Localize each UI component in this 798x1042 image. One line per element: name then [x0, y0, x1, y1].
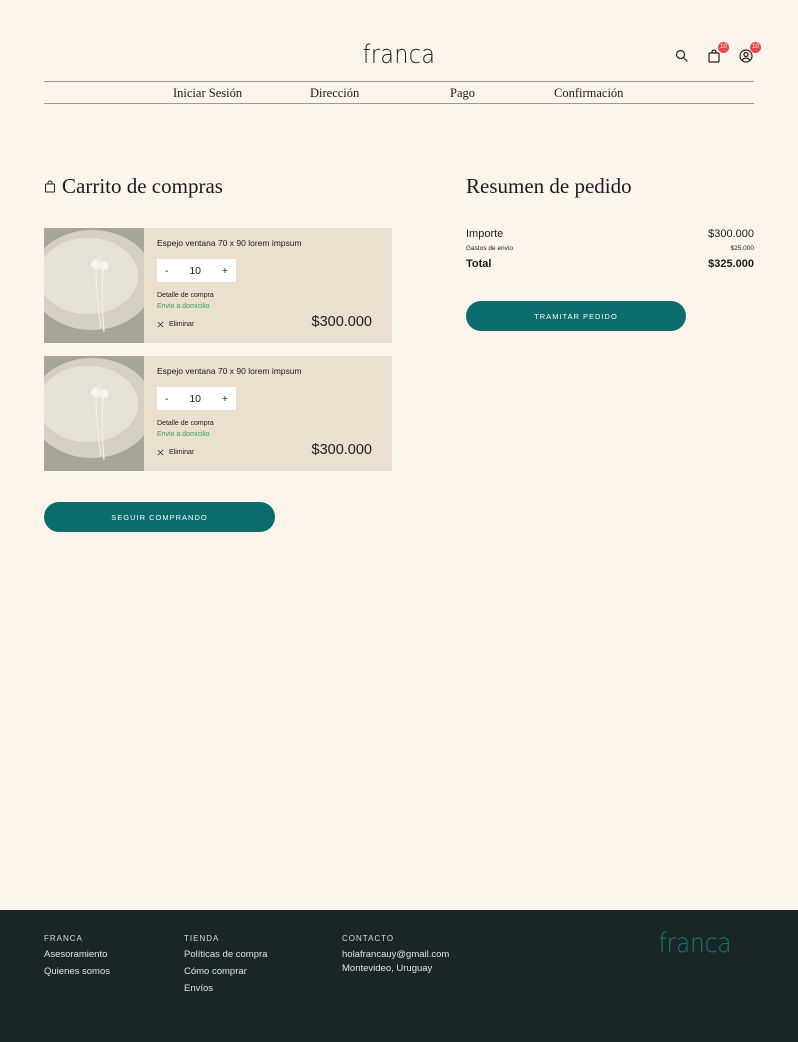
product-image[interactable] — [44, 228, 144, 343]
item-price: $300.000 — [311, 442, 372, 458]
step-payment[interactable]: Pago — [450, 86, 475, 101]
shipping-method: Envio a domicilio — [157, 431, 210, 438]
cart-title: Carrito de compras — [44, 174, 223, 199]
close-icon — [157, 321, 164, 328]
footer: FRANCA Asesoramiento Quienes somos TIEND… — [0, 910, 798, 1042]
step-address[interactable]: Dirección — [310, 86, 359, 101]
search-icon[interactable] — [674, 48, 690, 64]
close-icon — [157, 449, 164, 456]
footer-logo: franca — [658, 928, 732, 959]
header-icons: 10 10 — [674, 42, 761, 64]
remove-label: Eliminar — [169, 321, 195, 328]
remove-label: Eliminar — [169, 449, 195, 456]
summary-total-row: Total $325.000 — [466, 258, 754, 270]
step-login[interactable]: Iniciar Sesión — [173, 86, 242, 101]
shipping-cost-label: Gastos de envio — [466, 245, 513, 252]
cart-item: Espejo ventana 70 x 90 lorem impsum - 10… — [44, 228, 392, 343]
increase-quantity-button[interactable]: + — [222, 265, 228, 277]
purchase-detail-label: Detalle de compra — [157, 420, 214, 427]
product-name[interactable]: Espejo ventana 70 x 90 lorem impsum — [157, 238, 302, 248]
summary-amount-row: Importe $300.000 — [466, 228, 754, 240]
footer-heading: TIENDA — [184, 934, 220, 943]
footer-heading: CONTACTO — [342, 934, 395, 943]
cart-item: Espejo ventana 70 x 90 lorem impsum - 10… — [44, 356, 392, 471]
footer-link-asesoramiento[interactable]: Asesoramiento — [44, 949, 110, 960]
quantity-stepper: - 10 + — [157, 259, 236, 282]
footer-location: Montevideo, Uruguay — [342, 963, 433, 974]
summary-shipping-row: Gastos de envio $25.000 — [466, 245, 754, 252]
quantity-stepper: - 10 + — [157, 387, 236, 410]
amount-label: Importe — [466, 228, 504, 240]
remove-item-button[interactable]: Eliminar — [157, 449, 194, 456]
quantity-value[interactable]: 10 — [189, 265, 201, 277]
footer-link-como-comprar[interactable]: Cómo comprar — [184, 966, 267, 977]
footer-col-tienda: TIENDA Políticas de compra Cómo comprar … — [184, 934, 267, 1000]
footer-link-quienes-somos[interactable]: Quienes somos — [44, 966, 110, 977]
shipping-cost-value: $25.000 — [730, 245, 755, 252]
bag-icon — [45, 180, 55, 193]
summary-title: Resumen de pedido — [466, 174, 632, 198]
remove-item-button[interactable]: Eliminar — [157, 321, 194, 328]
purchase-detail-label: Detalle de compra — [157, 292, 214, 299]
user-icon[interactable]: 10 — [738, 42, 761, 64]
checkout-button[interactable]: TRAMITAR PEDIDO — [466, 301, 686, 331]
cart-title-text: Carrito de compras — [62, 174, 223, 198]
step-confirmation[interactable]: Confirmación — [554, 86, 623, 101]
product-image[interactable] — [44, 356, 144, 471]
shipping-method: Envio a domicilio — [157, 303, 210, 310]
footer-heading: FRANCA — [44, 934, 83, 943]
item-price: $300.000 — [311, 314, 372, 330]
footer-col-franca: FRANCA Asesoramiento Quienes somos — [44, 934, 110, 983]
total-value: $325.000 — [708, 258, 754, 270]
continue-shopping-button[interactable]: SEGUIR COMPRANDO — [44, 502, 275, 532]
footer-email[interactable]: holafrancauy@gmail.com — [342, 949, 449, 960]
footer-link-politicas[interactable]: Políticas de compra — [184, 949, 267, 960]
bag-icon[interactable]: 10 — [706, 42, 729, 64]
footer-col-contacto: CONTACTO holafrancauy@gmail.com Montevid… — [342, 934, 449, 977]
cart-count-badge: 10 — [718, 42, 729, 53]
amount-value: $300.000 — [708, 228, 754, 240]
checkout-steps: Iniciar Sesión Dirección Pago Confirmaci… — [44, 81, 754, 104]
total-label: Total — [466, 258, 492, 270]
product-name[interactable]: Espejo ventana 70 x 90 lorem impsum — [157, 366, 302, 376]
quantity-value[interactable]: 10 — [189, 393, 201, 405]
user-notification-badge: 10 — [750, 42, 761, 53]
footer-link-envios[interactable]: Envíos — [184, 983, 267, 994]
decrease-quantity-button[interactable]: - — [165, 393, 169, 405]
brand-logo[interactable]: franca — [60, 40, 738, 70]
increase-quantity-button[interactable]: + — [222, 393, 228, 405]
decrease-quantity-button[interactable]: - — [165, 265, 169, 277]
